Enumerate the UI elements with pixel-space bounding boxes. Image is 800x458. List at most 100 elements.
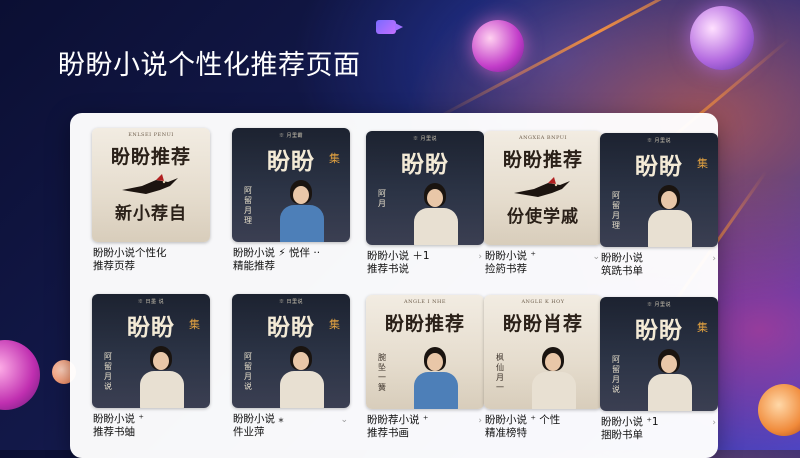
book-title-line1: 盼盼小说 ⁎: [233, 413, 284, 425]
book-title-line1: 盼盼荐小说 ⁺: [367, 414, 429, 426]
book-title-line2: 捡箹书荐: [485, 263, 527, 275]
cover-tagline: ※ 月里霸: [278, 133, 304, 139]
recommendation-panel: ENLSEI PENUI 盼盼推荐 新小荐自 盼盼小说个性化 推荐页荐 ※ 月里…: [70, 113, 718, 458]
character-illustration: [642, 183, 698, 247]
cover-title: 盼盼推荐: [502, 149, 583, 171]
book-cover[interactable]: ※ 日墨 说 盼盼 集 阿留月说: [92, 294, 210, 408]
decorative-orb: [472, 20, 524, 72]
book-title-line2: 筑跣书单: [601, 265, 643, 277]
cover-vertical-text: 阿留月说: [244, 352, 252, 391]
cover-accent: 集: [697, 157, 708, 170]
character-illustration: [408, 345, 464, 409]
cover-tagline: ※ 月里说: [412, 136, 438, 142]
book-title[interactable]: 盼盼小说 ⁺ 推荐书蚰: [93, 413, 205, 439]
book-cover[interactable]: ※ 月里霸 盼盼 集 阿留月理: [232, 128, 350, 242]
book-title-line2: 精准榜特: [485, 427, 527, 439]
more-chevron-icon[interactable]: ›: [478, 417, 482, 426]
cover-tagline: ENLSEI PENUI: [128, 132, 174, 138]
cover-tagline: ※ 月里说: [646, 138, 672, 144]
book-title[interactable]: 盼盼小说 ⚡ 悦伴 ·· 精能推荐: [233, 247, 345, 273]
book-cover[interactable]: ※ 日里说 盼盼 集 阿留月说: [232, 294, 350, 408]
bird-illustration: [514, 177, 570, 197]
cover-vertical-text: 阿月: [378, 189, 386, 208]
more-chevron-icon[interactable]: ⌄: [340, 416, 348, 425]
book-title-line1: 盼盼小说 ⁺: [485, 250, 536, 262]
book-title[interactable]: 盼盼小说 ＋1 推荐书说: [367, 250, 479, 276]
book-card[interactable]: ※ 月里说 盼盼 阿月 盼盼小说 ＋1 推荐书说 ›: [366, 131, 488, 275]
cover-vertical-text: 腕坠一簧: [378, 353, 386, 392]
book-cover[interactable]: ANGLE K HOY 盼盼肖荐 枫仙月一: [484, 295, 602, 409]
book-title[interactable]: 盼盼小说 ⁺ 捡箹书荐: [485, 250, 597, 276]
cover-title: 盼盼推荐: [110, 146, 191, 168]
character-illustration: [134, 344, 190, 408]
book-cover[interactable]: ENLSEI PENUI 盼盼推荐 新小荐自: [92, 128, 210, 242]
book-cover[interactable]: ANGLE I NHE 盼盼推荐 腕坠一簧: [366, 295, 484, 409]
cover-tagline: ANGXEA BNPUI: [519, 135, 567, 141]
book-cover[interactable]: ANGXEA BNPUI 盼盼推荐 份使学戚: [484, 131, 602, 245]
book-title-line2: 推荐书说: [367, 263, 409, 275]
book-card[interactable]: ※ 日里说 盼盼 集 阿留月说 盼盼小说 ⁎ 件业萍 ⌄: [232, 294, 354, 438]
cover-title: 盼盼: [401, 151, 449, 178]
book-title-line2: 推荐书画: [367, 427, 409, 439]
cover-tagline: ※ 日墨 说: [137, 299, 165, 305]
cover-accent: 集: [329, 152, 340, 165]
book-title-line1: 盼盼小说 ⁺: [93, 413, 144, 425]
cover-tagline: ※ 日里说: [278, 299, 304, 305]
decorative-orb: [0, 340, 40, 410]
book-title[interactable]: 盼盼小说 ⁺1 捆盼书单: [601, 416, 713, 442]
cover-vertical-text: 阿留月说: [612, 355, 620, 394]
book-title[interactable]: 盼盼小说 ⁎ 件业萍: [233, 413, 345, 439]
cover-vertical-text: 阿留月理: [612, 191, 620, 230]
cover-tagline: ANGLE K HOY: [521, 299, 565, 305]
book-title-line2: 捆盼书单: [601, 429, 643, 441]
book-title-line1: 盼盼小说 ⚡ 悦伴 ··: [233, 247, 321, 259]
character-illustration: [274, 178, 330, 242]
book-title-line1: 盼盼小说 ＋1: [367, 250, 430, 262]
character-illustration: [526, 345, 582, 409]
book-card[interactable]: ※ 月里霸 盼盼 集 阿留月理 盼盼小说 ⚡ 悦伴 ·· 精能推荐: [232, 128, 354, 272]
book-card[interactable]: ※ 月里说 盼盼 集 阿留月说 盼盼小说 ⁺1 捆盼书单 ›: [600, 297, 722, 441]
video-camera-icon: [376, 20, 403, 34]
cover-vertical-text: 阿留月理: [244, 186, 252, 225]
page-title: 盼盼小说个性化推荐页面: [58, 50, 361, 81]
character-illustration: [274, 344, 330, 408]
book-title-line1: 盼盼小说个性化: [93, 247, 167, 259]
cover-title: 盼盼推荐: [384, 313, 465, 335]
cover-tagline: ANGLE I NHE: [404, 299, 446, 305]
book-title-line2: 件业萍: [233, 426, 265, 438]
book-title-line2: 推荐页荐: [93, 260, 135, 272]
book-card[interactable]: ENLSEI PENUI 盼盼推荐 新小荐自 盼盼小说个性化 推荐页荐: [92, 128, 214, 272]
cover-subtitle: 份使学戚: [507, 207, 579, 227]
book-card[interactable]: ANGXEA BNPUI 盼盼推荐 份使学戚 盼盼小说 ⁺ 捡箹书荐 ⌄: [484, 131, 606, 275]
cover-vertical-text: 阿留月说: [104, 352, 112, 391]
character-illustration: [642, 347, 698, 411]
bird-illustration: [122, 174, 178, 194]
book-title[interactable]: 盼盼小说 ⁺ 个性 精准榜特: [485, 414, 597, 440]
book-title[interactable]: 盼盼小说 筑跣书单: [601, 252, 713, 278]
more-chevron-icon[interactable]: ›: [712, 419, 716, 428]
book-cover[interactable]: ※ 月里说 盼盼 阿月: [366, 131, 484, 245]
book-card[interactable]: ANGLE K HOY 盼盼肖荐 枫仙月一 盼盼小说 ⁺ 个性 精准榜特: [484, 295, 606, 439]
book-title[interactable]: 盼盼荐小说 ⁺ 推荐书画: [367, 414, 479, 440]
book-card[interactable]: ※ 日墨 说 盼盼 集 阿留月说 盼盼小说 ⁺ 推荐书蚰: [92, 294, 214, 438]
book-grid: ENLSEI PENUI 盼盼推荐 新小荐自 盼盼小说个性化 推荐页荐 ※ 月里…: [70, 113, 718, 458]
cover-accent: 集: [329, 318, 340, 331]
book-cover[interactable]: ※ 月里说 盼盼 集 阿留月说: [600, 297, 718, 411]
cover-vertical-text: 枫仙月一: [496, 353, 504, 392]
character-illustration: [408, 181, 464, 245]
book-cover[interactable]: ※ 月里说 盼盼 集 阿留月理: [600, 133, 718, 247]
cover-accent: 集: [697, 321, 708, 334]
more-chevron-icon[interactable]: ›: [478, 253, 482, 262]
more-chevron-icon[interactable]: ⌄: [592, 253, 600, 262]
book-title[interactable]: 盼盼小说个性化 推荐页荐: [93, 247, 205, 273]
more-chevron-icon[interactable]: ›: [712, 255, 716, 264]
cover-tagline: ※ 月里说: [646, 302, 672, 308]
decorative-orb: [690, 6, 754, 70]
book-title-line1: 盼盼小说 ⁺1: [601, 416, 659, 428]
book-card[interactable]: ANGLE I NHE 盼盼推荐 腕坠一簧 盼盼荐小说 ⁺ 推荐书画 ›: [366, 295, 488, 439]
book-title-line2: 精能推荐: [233, 260, 275, 272]
book-title-line1: 盼盼小说 ⁺ 个性: [485, 414, 561, 426]
cover-accent: 集: [189, 318, 200, 331]
book-card[interactable]: ※ 月里说 盼盼 集 阿留月理 盼盼小说 筑跣书单 ›: [600, 133, 722, 277]
cover-title: 盼盼肖荐: [502, 313, 583, 335]
